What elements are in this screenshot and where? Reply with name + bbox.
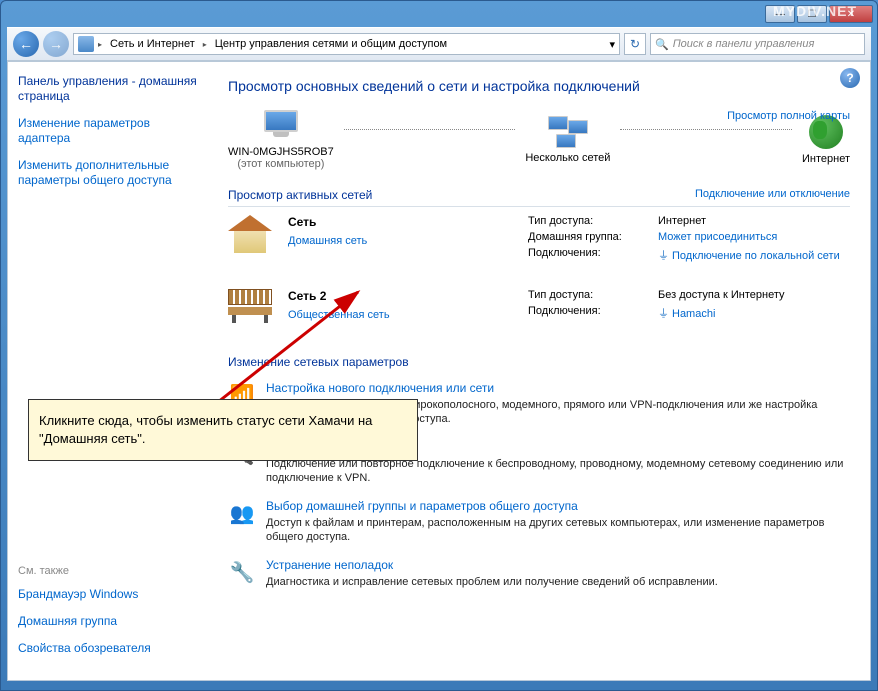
task-link[interactable]: Настройка нового подключения или сети [266, 381, 850, 395]
sidebar-link-ie-options[interactable]: Свойства обозревателя [18, 641, 208, 656]
node-internet: Интернет [802, 115, 850, 165]
node-this-pc: WIN-0MGJHS5ROB7 (этот компьютер) [228, 110, 334, 170]
content: ? Панель управления - домашняя страница … [7, 61, 871, 681]
sidebar-link-firewall[interactable]: Брандмауэр Windows [18, 587, 208, 602]
task-troubleshoot: 🔧 Устранение неполадок Диагностика и исп… [228, 558, 850, 589]
sidebar-bottom: См. также Брандмауэр Windows Домашняя гр… [18, 565, 208, 668]
troubleshoot-icon: 🔧 [228, 558, 256, 586]
settings-header: Изменение сетевых параметров [228, 355, 850, 373]
watermark: MYDIV.NET [773, 3, 857, 19]
forward-button[interactable]: → [43, 31, 69, 57]
task-desc: Доступ к файлам и принтерам, расположенн… [266, 516, 850, 544]
home-network-icon [228, 215, 276, 259]
back-button[interactable]: ← [13, 31, 39, 57]
connections-label: Подключения: [528, 305, 658, 321]
network-block-1: Сеть Домашняя сеть Тип доступа:Интернет … [228, 215, 850, 267]
sidebar-link-homegroup[interactable]: Домашняя группа [18, 614, 208, 629]
chevron-right-icon: ▸ [98, 40, 102, 49]
connect-disconnect-link[interactable]: Подключение или отключение [695, 188, 850, 202]
connection-link[interactable]: Hamachi [672, 308, 715, 320]
network-map: WIN-0MGJHS5ROB7 (этот компьютер) Несколь… [228, 110, 850, 170]
task-link[interactable]: Устранение неполадок [266, 558, 718, 572]
map-line [620, 129, 792, 130]
network-type-link[interactable]: Домашняя сеть [288, 235, 367, 247]
search-placeholder: Поиск в панели управления [673, 38, 815, 50]
connection-icon: ⏚ [658, 308, 669, 320]
sidebar: Панель управления - домашняя страница Из… [8, 62, 208, 680]
address-bar[interactable]: ▸ Сеть и Интернет ▸ Центр управления сет… [73, 33, 620, 55]
network-block-2: Сеть 2 Общественная сеть Тип доступа:Без… [228, 289, 850, 333]
refresh-button[interactable]: ↻ [624, 33, 646, 55]
network-type-link[interactable]: Общественная сеть [288, 309, 390, 321]
active-networks-header: Просмотр активных сетей Подключение или … [228, 188, 850, 207]
network-name: Сеть 2 [288, 289, 390, 303]
dropdown-icon[interactable]: ▾ [609, 38, 615, 51]
task-homegroup: 👥 Выбор домашней группы и параметров общ… [228, 499, 850, 544]
access-label: Тип доступа: [528, 215, 658, 227]
access-value: Без доступа к Интернету [658, 289, 785, 301]
node-label: Несколько сетей [525, 152, 610, 164]
homegroup-label: Домашняя группа: [528, 231, 658, 243]
sidebar-link-adapter[interactable]: Изменение параметров адаптера [18, 116, 198, 146]
homegroup-icon: 👥 [228, 499, 256, 527]
public-network-icon [228, 289, 276, 333]
sidebar-link-sharing[interactable]: Изменить дополнительные параметры общего… [18, 158, 198, 188]
view-full-map-link[interactable]: Просмотр полной карты [727, 110, 850, 122]
control-panel-icon [78, 36, 94, 52]
network-name: Сеть [288, 215, 367, 229]
section-title: Просмотр активных сетей [228, 188, 372, 202]
titlebar: — ☐ ✕ [1, 1, 877, 27]
toolbar: ← → ▸ Сеть и Интернет ▸ Центр управления… [7, 27, 871, 61]
pc-sub: (этот компьютер) [228, 158, 334, 170]
task-desc: Диагностика и исправление сетевых пробле… [266, 575, 718, 589]
see-also-label: См. также [18, 565, 208, 577]
access-label: Тип доступа: [528, 289, 658, 301]
section-title: Изменение сетевых параметров [228, 355, 409, 369]
breadcrumb-seg[interactable]: Центр управления сетями и общим доступом [211, 38, 451, 50]
search-icon: 🔍 [655, 38, 669, 51]
task-desc: Подключение или повторное подключение к … [266, 457, 850, 485]
connection-icon: ⏚ [658, 250, 669, 262]
pc-name: WIN-0MGJHS5ROB7 [228, 146, 334, 158]
window: MYDIV.NET — ☐ ✕ ← → ▸ Сеть и Интернет ▸ … [0, 0, 878, 691]
map-line [344, 129, 516, 130]
main-pane: Просмотр основных сведений о сети и наст… [208, 62, 870, 680]
page-title: Просмотр основных сведений о сети и наст… [228, 78, 850, 94]
node-label: Интернет [802, 153, 850, 165]
computer-icon [261, 110, 301, 142]
connection-link[interactable]: Подключение по локальной сети [672, 250, 840, 262]
breadcrumb-seg[interactable]: Сеть и Интернет [106, 38, 199, 50]
access-value: Интернет [658, 215, 706, 227]
node-networks: Несколько сетей [525, 116, 610, 164]
sidebar-heading[interactable]: Панель управления - домашняя страница [18, 74, 198, 104]
task-link[interactable]: Выбор домашней группы и параметров общег… [266, 499, 850, 513]
search-input[interactable]: 🔍 Поиск в панели управления [650, 33, 865, 55]
annotation-callout: Кликните сюда, чтобы изменить статус сет… [28, 399, 418, 461]
chevron-right-icon: ▸ [203, 40, 207, 49]
multi-network-icon [548, 116, 588, 148]
homegroup-link[interactable]: Может присоединиться [658, 231, 777, 243]
connections-label: Подключения: [528, 247, 658, 263]
